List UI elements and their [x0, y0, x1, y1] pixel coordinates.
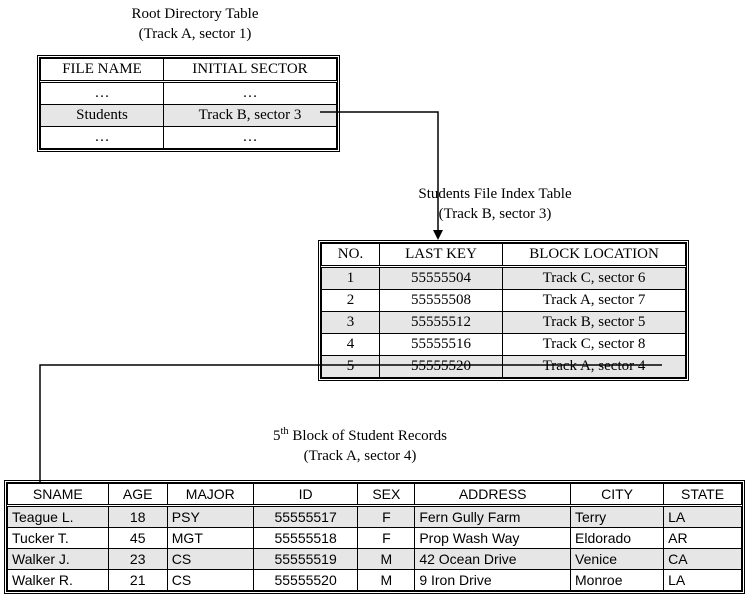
records-title-prefix: 5	[273, 428, 281, 444]
root-row-0: … …	[41, 82, 337, 105]
rec-sname: Teague L.	[8, 506, 109, 528]
root-header-row: FILE NAME INITIAL SECTOR	[41, 59, 337, 82]
root-cell-sector: …	[164, 127, 337, 149]
index-row-2: 2 55555508 Track A, sector 7	[322, 290, 686, 312]
rec-city: Venice	[571, 549, 664, 570]
index-cell-no: 2	[322, 290, 380, 312]
rec-sname: Walker J.	[8, 549, 109, 570]
rec-age: 18	[108, 506, 167, 528]
root-directory-table-wrapper: FILE NAME INITIAL SECTOR … … Students Tr…	[37, 55, 340, 152]
rec-h-sex: SEX	[358, 484, 415, 506]
index-cell-no: 5	[322, 356, 380, 378]
index-cell-no: 4	[322, 334, 380, 356]
records-table-wrapper: SNAME AGE MAJOR ID SEX ADDRESS CITY STAT…	[4, 480, 745, 594]
root-title-line2: (Track A, sector 1)	[139, 26, 252, 42]
index-cell-key: 55555512	[380, 312, 503, 334]
records-title-sup: th	[281, 426, 289, 437]
root-directory-title: Root Directory Table (Track A, sector 1)	[70, 5, 320, 44]
root-row-1: Students Track B, sector 3	[41, 105, 337, 127]
root-header-sector: INITIAL SECTOR	[164, 59, 337, 82]
rec-h-sname: SNAME	[8, 484, 109, 506]
rec-h-city: CITY	[571, 484, 664, 506]
rec-city: Terry	[571, 506, 664, 528]
records-row-1: Tucker T. 45 MGT 55555518 F Prop Wash Wa…	[8, 528, 742, 549]
records-title-line2: (Track A, sector 4)	[304, 448, 417, 464]
records-row-3: Walker R. 21 CS 55555520 M 9 Iron Drive …	[8, 570, 742, 591]
records-title-suffix: Block of Student Records	[289, 428, 447, 444]
rec-sname: Tucker T.	[8, 528, 109, 549]
rec-city: Monroe	[571, 570, 664, 591]
index-title-line1: Students File Index Table	[418, 186, 571, 202]
rec-state: LA	[664, 506, 742, 528]
rec-sex: M	[358, 570, 415, 591]
index-cell-no: 1	[322, 267, 380, 290]
root-title-line1: Root Directory Table	[132, 6, 259, 22]
records-header-row: SNAME AGE MAJOR ID SEX ADDRESS CITY STAT…	[8, 484, 742, 506]
index-cell-loc: Track B, sector 5	[503, 312, 686, 334]
rec-major: MGT	[167, 528, 253, 549]
index-cell-key: 55555504	[380, 267, 503, 290]
rec-city: Eldorado	[571, 528, 664, 549]
index-row-5: 5 55555520 Track A, sector 4	[322, 356, 686, 378]
rec-sex: F	[358, 506, 415, 528]
index-cell-key: 55555508	[380, 290, 503, 312]
index-row-3: 3 55555512 Track B, sector 5	[322, 312, 686, 334]
records-row-0: Teague L. 18 PSY 55555517 F Fern Gully F…	[8, 506, 742, 528]
records-table: SNAME AGE MAJOR ID SEX ADDRESS CITY STAT…	[7, 483, 742, 591]
index-header-no: NO.	[322, 244, 380, 267]
root-row-2: … …	[41, 127, 337, 149]
root-cell-file: Students	[41, 105, 164, 127]
index-cell-loc: Track A, sector 7	[503, 290, 686, 312]
index-title-line2: (Track B, sector 3)	[439, 206, 552, 222]
root-cell-sector: …	[164, 82, 337, 105]
rec-sex: F	[358, 528, 415, 549]
index-title: Students File Index Table (Track B, sect…	[335, 185, 655, 224]
root-cell-file: …	[41, 127, 164, 149]
index-header-key: LAST KEY	[380, 244, 503, 267]
rec-addr: Fern Gully Farm	[415, 506, 571, 528]
rec-major: CS	[167, 549, 253, 570]
records-title: 5th Block of Student Records (Track A, s…	[180, 425, 540, 466]
index-row-1: 1 55555504 Track C, sector 6	[322, 267, 686, 290]
rec-age: 21	[108, 570, 167, 591]
rec-major: CS	[167, 570, 253, 591]
rec-age: 45	[108, 528, 167, 549]
index-header-loc: BLOCK LOCATION	[503, 244, 686, 267]
rec-addr: 42 Ocean Drive	[415, 549, 571, 570]
rec-id: 55555519	[253, 549, 358, 570]
index-cell-key: 55555516	[380, 334, 503, 356]
rec-h-addr: ADDRESS	[415, 484, 571, 506]
rec-addr: 9 Iron Drive	[415, 570, 571, 591]
rec-h-state: STATE	[664, 484, 742, 506]
root-cell-sector: Track B, sector 3	[164, 105, 337, 127]
index-header-row: NO. LAST KEY BLOCK LOCATION	[322, 244, 686, 267]
index-table: NO. LAST KEY BLOCK LOCATION 1 55555504 T…	[321, 243, 686, 378]
records-title-line1: 5th Block of Student Records	[273, 428, 447, 444]
index-cell-loc: Track C, sector 6	[503, 267, 686, 290]
rec-h-id: ID	[253, 484, 358, 506]
rec-state: AR	[664, 528, 742, 549]
rec-state: LA	[664, 570, 742, 591]
rec-h-age: AGE	[108, 484, 167, 506]
index-cell-key: 55555520	[380, 356, 503, 378]
rec-state: CA	[664, 549, 742, 570]
rec-sname: Walker R.	[8, 570, 109, 591]
records-row-2: Walker J. 23 CS 55555519 M 42 Ocean Driv…	[8, 549, 742, 570]
root-directory-table: FILE NAME INITIAL SECTOR … … Students Tr…	[40, 58, 337, 149]
rec-age: 23	[108, 549, 167, 570]
index-table-wrapper: NO. LAST KEY BLOCK LOCATION 1 55555504 T…	[318, 240, 689, 381]
index-cell-loc: Track A, sector 4	[503, 356, 686, 378]
root-cell-file: …	[41, 82, 164, 105]
rec-id: 55555517	[253, 506, 358, 528]
rec-major: PSY	[167, 506, 253, 528]
rec-addr: Prop Wash Way	[415, 528, 571, 549]
index-cell-loc: Track C, sector 8	[503, 334, 686, 356]
rec-h-major: MAJOR	[167, 484, 253, 506]
index-cell-no: 3	[322, 312, 380, 334]
rec-id: 55555520	[253, 570, 358, 591]
root-header-filename: FILE NAME	[41, 59, 164, 82]
index-row-4: 4 55555516 Track C, sector 8	[322, 334, 686, 356]
rec-sex: M	[358, 549, 415, 570]
rec-id: 55555518	[253, 528, 358, 549]
